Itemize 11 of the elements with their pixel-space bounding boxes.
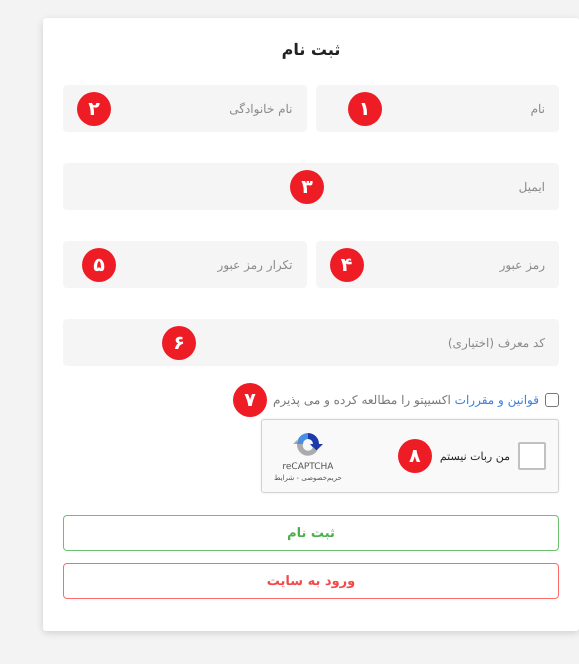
number-badge: ۷ <box>232 383 267 417</box>
register-button[interactable]: ثبت نام <box>63 515 559 551</box>
captcha-checkbox[interactable] <box>518 442 546 470</box>
login-button[interactable]: ورود به سایت <box>63 563 559 599</box>
number-badge: ۸ <box>398 439 432 473</box>
terms-text: قوانین و مقررات اکسیپتو را مطالعه کرده و می پذیرم <box>272 393 539 407</box>
captcha-brand: reCAPTCHA <box>282 462 334 472</box>
terms-link[interactable]: قوانین و مقررات <box>454 393 539 407</box>
checkbox[interactable] <box>545 393 559 407</box>
form-title: ثبت نام <box>282 40 340 59</box>
captcha-label: من ربات نیستم <box>440 450 510 462</box>
